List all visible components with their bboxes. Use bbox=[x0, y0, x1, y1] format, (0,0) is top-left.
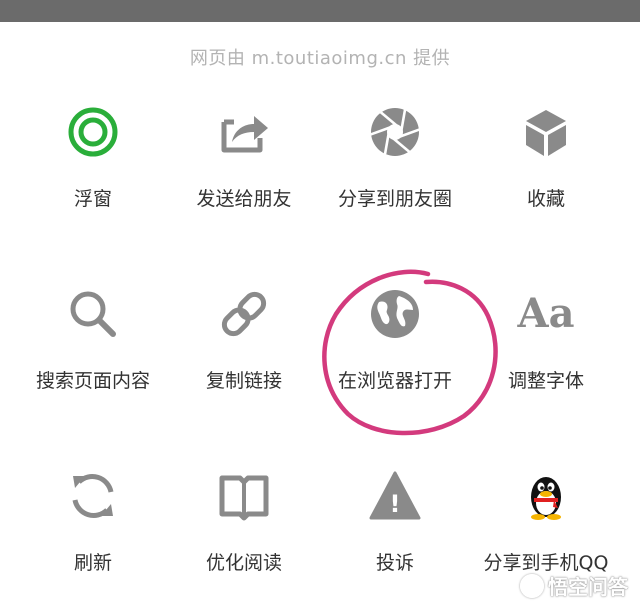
action-grid: 浮窗 发送给朋友 分享到朋友圈 收藏 搜索页面内容 复制链接 在浏览器打开 Aa… bbox=[0, 0, 640, 608]
action-open-in-browser[interactable]: 在浏览器打开 bbox=[315, 288, 475, 428]
search-icon bbox=[67, 288, 119, 340]
action-label: 优化阅读 bbox=[205, 552, 282, 574]
action-label: 浮窗 bbox=[73, 188, 112, 210]
refresh-icon bbox=[67, 470, 119, 522]
action-label: 投诉 bbox=[375, 552, 414, 574]
action-report[interactable]: ! 投诉 bbox=[315, 470, 475, 610]
action-adjust-font[interactable]: Aa 调整字体 bbox=[466, 288, 626, 428]
action-refresh[interactable]: 刷新 bbox=[13, 470, 173, 610]
action-floating-window[interactable]: 浮窗 bbox=[13, 106, 173, 246]
action-optimize-reading[interactable]: 优化阅读 bbox=[164, 470, 324, 610]
share-arrow-icon bbox=[218, 106, 270, 158]
favorite-cube-icon bbox=[520, 106, 572, 158]
action-label: 收藏 bbox=[526, 188, 565, 210]
warning-glyph: ! bbox=[389, 490, 401, 518]
watermark-text: 悟空问答 bbox=[548, 575, 628, 599]
action-label: 发送给朋友 bbox=[196, 188, 292, 210]
action-favorite[interactable]: 收藏 bbox=[466, 106, 626, 246]
action-label: 在浏览器打开 bbox=[337, 370, 452, 392]
warning-icon: ! bbox=[369, 470, 421, 522]
action-label: 刷新 bbox=[73, 552, 112, 574]
action-label: 复制链接 bbox=[205, 370, 282, 392]
globe-icon bbox=[369, 288, 421, 340]
font-size-icon: Aa bbox=[517, 288, 575, 340]
watermark-logo-icon bbox=[520, 573, 544, 598]
font-size-glyph: Aa bbox=[517, 290, 575, 337]
qq-penguin-icon bbox=[520, 470, 572, 522]
watermark: 悟空问答 bbox=[520, 571, 628, 600]
action-send-to-friend[interactable]: 发送给朋友 bbox=[164, 106, 324, 246]
action-label: 搜索页面内容 bbox=[35, 370, 150, 392]
action-share-moments[interactable]: 分享到朋友圈 bbox=[315, 106, 475, 246]
action-search-page[interactable]: 搜索页面内容 bbox=[13, 288, 173, 428]
action-copy-link[interactable]: 复制链接 bbox=[164, 288, 324, 428]
action-label: 分享到朋友圈 bbox=[337, 188, 452, 210]
action-label: 调整字体 bbox=[507, 370, 584, 392]
floating-window-icon bbox=[67, 106, 119, 158]
link-icon bbox=[218, 288, 270, 340]
book-icon bbox=[218, 470, 270, 522]
moments-shutter-icon bbox=[369, 106, 421, 158]
